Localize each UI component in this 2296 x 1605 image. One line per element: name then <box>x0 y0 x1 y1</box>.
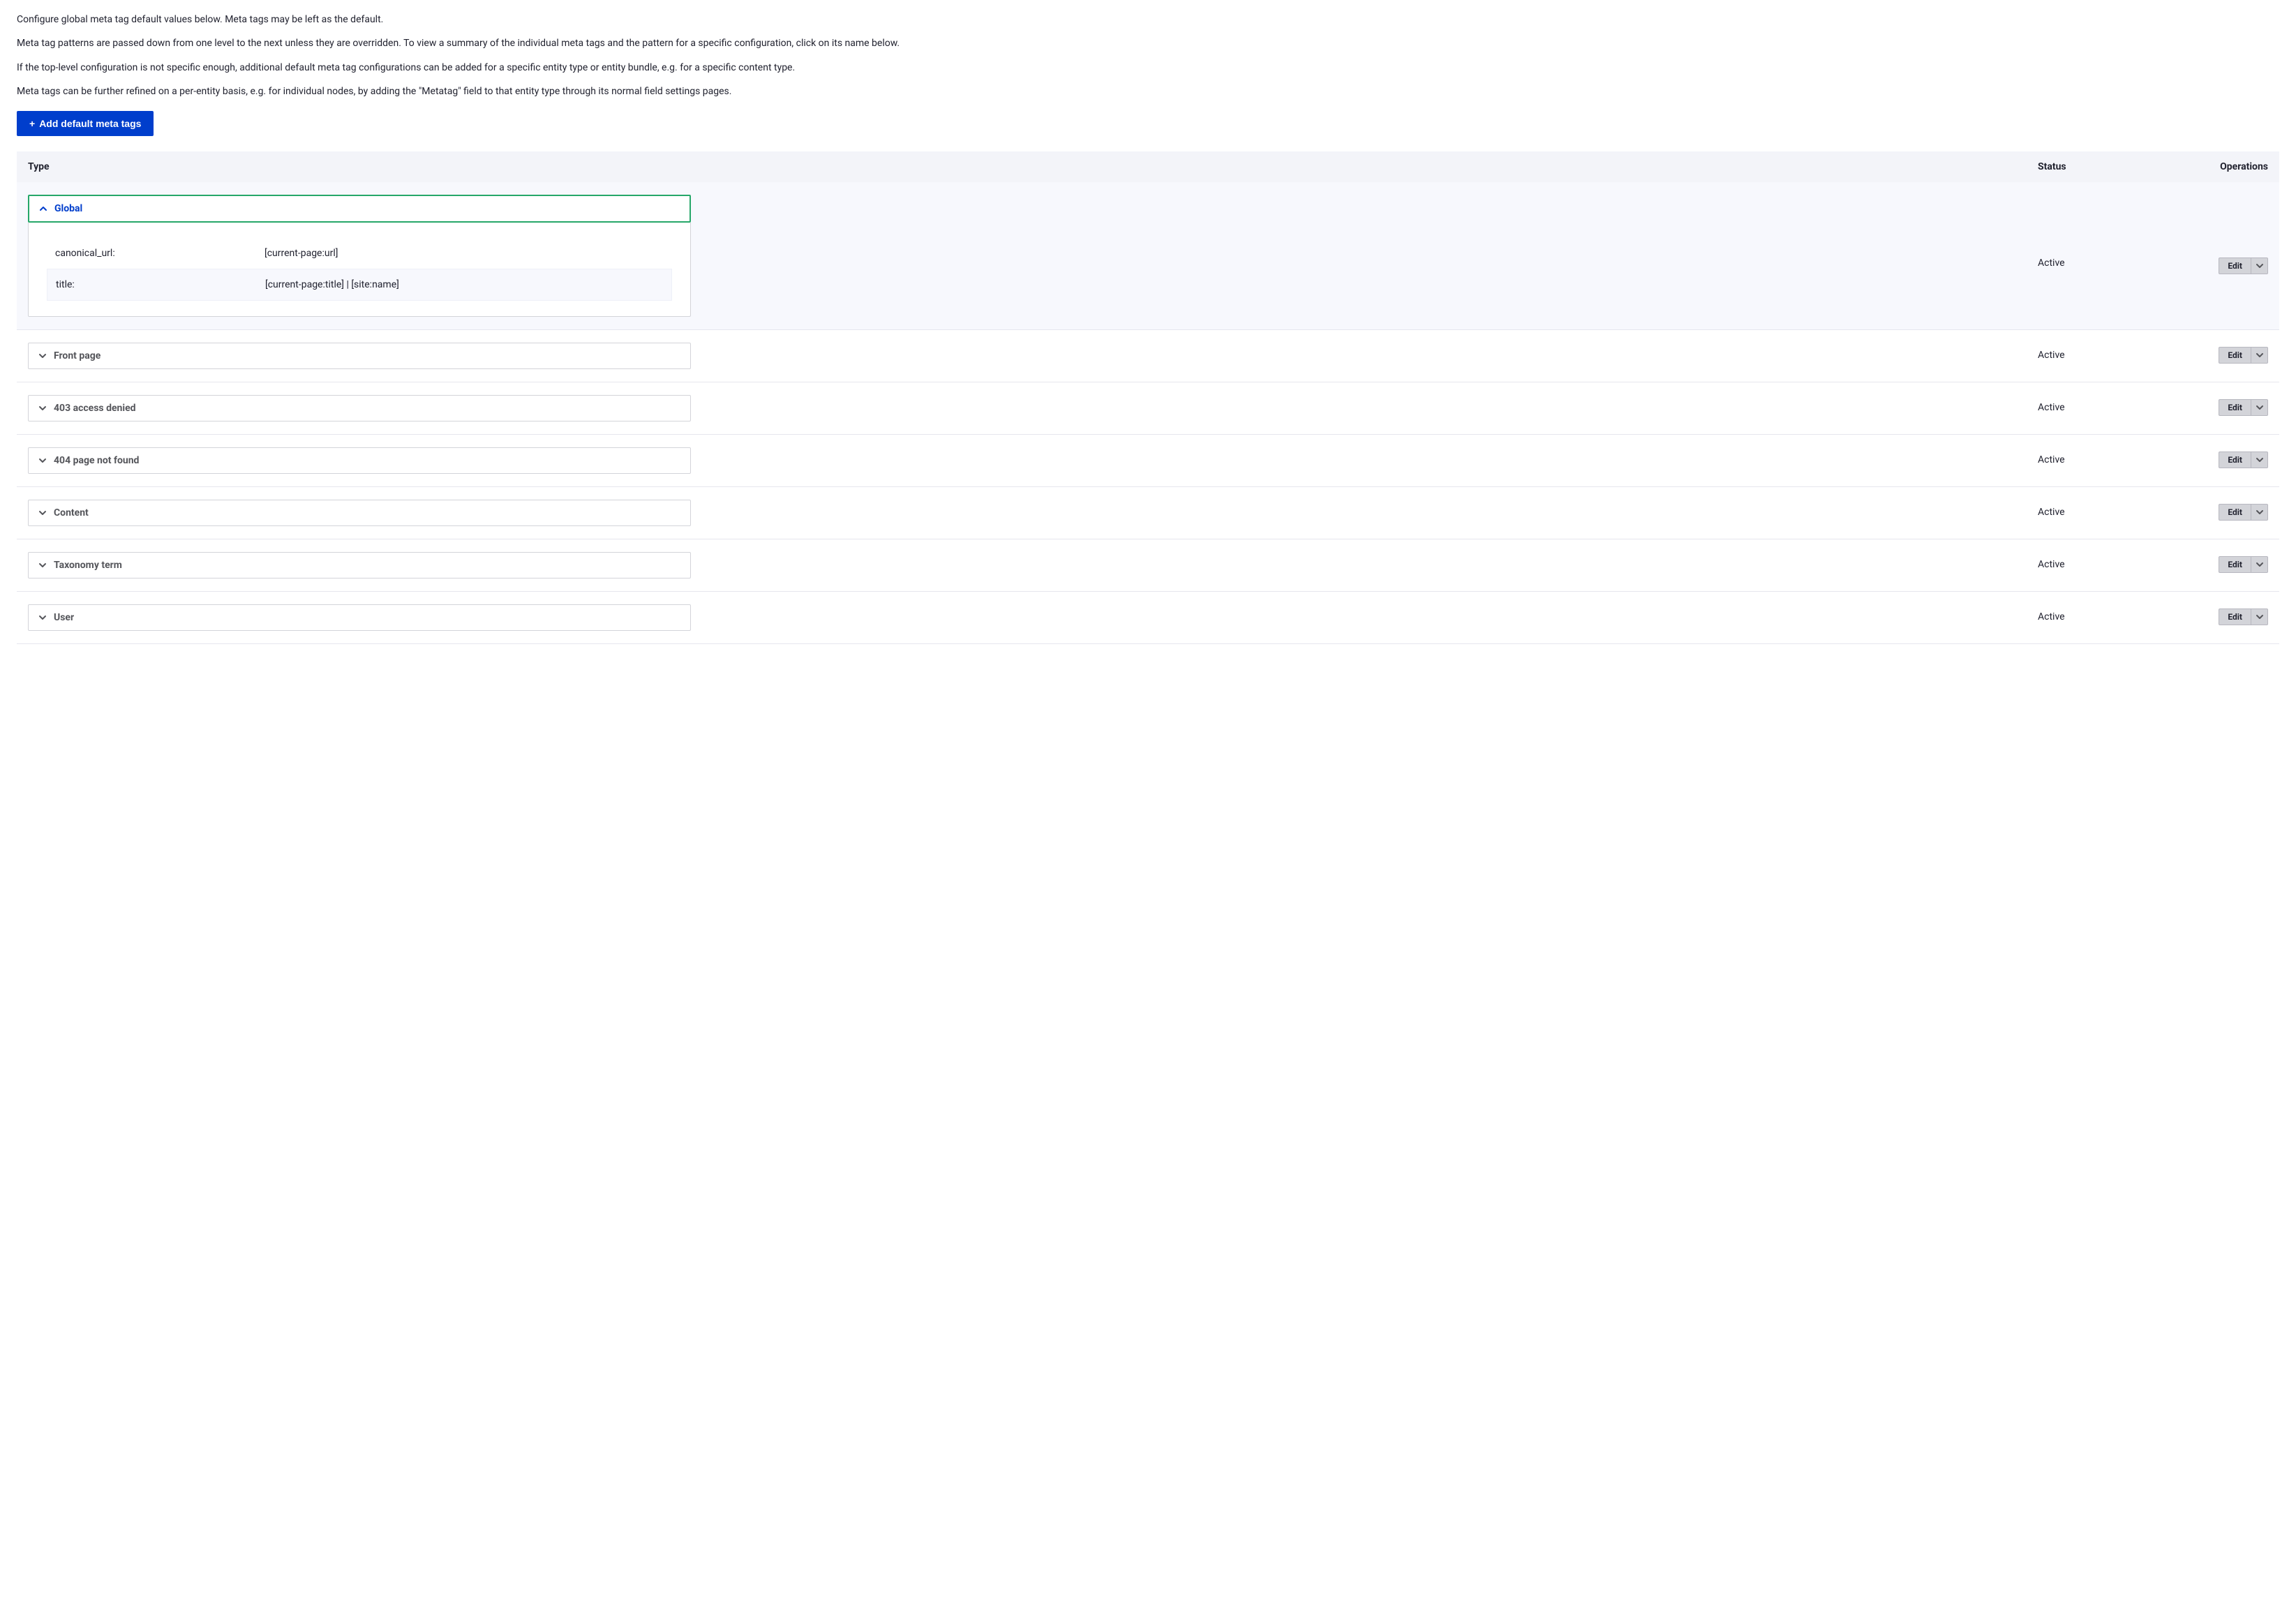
chevron-down-icon <box>2251 348 2267 363</box>
operations-cell: Edit <box>2191 500 2268 521</box>
intro-p3: If the top-level configuration is not sp… <box>17 61 2279 75</box>
type-cell: Content <box>28 500 2038 526</box>
status-cell: Active <box>2038 552 2191 570</box>
meta-value: [current-page:url] <box>264 248 664 259</box>
table-row: Taxonomy term Active Edit <box>17 539 2279 592</box>
row-label: User <box>54 612 74 623</box>
status-cell: Active <box>2038 447 2191 465</box>
details-panel: canonical_url:[current-page:url]title:[c… <box>28 223 691 317</box>
type-cell: Globalcanonical_url:[current-page:url]ti… <box>28 195 2038 317</box>
meta-row: canonical_url:[current-page:url] <box>47 238 672 269</box>
table-row: Content Active Edit <box>17 487 2279 539</box>
operations-cell: Edit <box>2191 604 2268 625</box>
status-cell: Active <box>2038 395 2191 413</box>
expander-toggle[interactable]: Content <box>28 500 691 526</box>
status-cell: Active <box>2038 604 2191 622</box>
intro-text: Configure global meta tag default values… <box>17 13 2279 98</box>
edit-dropdown-button[interactable]: Edit <box>2219 504 2268 521</box>
edit-dropdown-button[interactable]: Edit <box>2219 451 2268 468</box>
row-label: Taxonomy term <box>54 560 122 571</box>
plus-icon: + <box>29 118 35 129</box>
status-cell: Active <box>2038 343 2191 361</box>
chevron-down-icon <box>2251 609 2267 625</box>
chevron-down-icon <box>38 352 47 360</box>
chevron-down-icon <box>38 509 47 517</box>
row-label: Content <box>54 507 89 518</box>
edit-label: Edit <box>2219 557 2251 572</box>
expander-toggle[interactable]: Taxonomy term <box>28 552 691 578</box>
type-cell: User <box>28 604 2038 631</box>
operations-cell: Edit <box>2191 552 2268 573</box>
table-row: 403 access denied Active Edit <box>17 382 2279 435</box>
meta-row: title:[current-page:title] | [site:name] <box>47 269 672 301</box>
meta-key: title: <box>56 279 265 290</box>
add-button-label: Add default meta tags <box>39 118 141 129</box>
expander-toggle[interactable]: User <box>28 604 691 631</box>
chevron-down-icon <box>2251 505 2267 520</box>
expander-toggle[interactable]: Global <box>28 195 691 223</box>
status-cell: Active <box>2038 500 2191 518</box>
chevron-down-icon <box>38 456 47 465</box>
intro-p1: Configure global meta tag default values… <box>17 13 2279 27</box>
intro-p4: Meta tags can be further refined on a pe… <box>17 84 2279 98</box>
operations-cell: Edit <box>2191 447 2268 468</box>
edit-label: Edit <box>2219 348 2251 363</box>
edit-dropdown-button[interactable]: Edit <box>2219 609 2268 625</box>
meta-value: [current-page:title] | [site:name] <box>265 279 663 290</box>
edit-label: Edit <box>2219 505 2251 520</box>
intro-p2: Meta tag patterns are passed down from o… <box>17 36 2279 50</box>
operations-cell: Edit <box>2191 395 2268 416</box>
edit-dropdown-button[interactable]: Edit <box>2219 556 2268 573</box>
edit-dropdown-button[interactable]: Edit <box>2219 347 2268 364</box>
chevron-up-icon <box>39 204 47 213</box>
table-row: Front page Active Edit <box>17 330 2279 382</box>
edit-label: Edit <box>2219 400 2251 415</box>
edit-label: Edit <box>2219 452 2251 468</box>
expander-toggle[interactable]: 403 access denied <box>28 395 691 421</box>
row-label: 403 access denied <box>54 403 136 414</box>
edit-dropdown-button[interactable]: Edit <box>2219 257 2268 274</box>
type-cell: Front page <box>28 343 2038 369</box>
table-row: 404 page not found Active Edit <box>17 435 2279 487</box>
row-label: 404 page not found <box>54 455 139 466</box>
chevron-down-icon <box>2251 452 2267 468</box>
table-header: Type Status Operations <box>17 151 2279 182</box>
table-row: User Active Edit <box>17 592 2279 644</box>
meta-key: canonical_url: <box>55 248 264 259</box>
status-cell: Active <box>2038 195 2191 269</box>
table-row: Globalcanonical_url:[current-page:url]ti… <box>17 182 2279 330</box>
row-label: Global <box>54 203 82 214</box>
add-default-meta-tags-button[interactable]: + Add default meta tags <box>17 111 154 136</box>
row-label: Front page <box>54 350 100 361</box>
edit-dropdown-button[interactable]: Edit <box>2219 399 2268 416</box>
operations-cell: Edit <box>2191 343 2268 364</box>
edit-label: Edit <box>2219 609 2251 625</box>
col-header-status: Status <box>2038 161 2191 172</box>
chevron-down-icon <box>38 613 47 622</box>
type-cell: 404 page not found <box>28 447 2038 474</box>
chevron-down-icon <box>38 404 47 412</box>
expander-toggle[interactable]: 404 page not found <box>28 447 691 474</box>
chevron-down-icon <box>38 561 47 569</box>
type-cell: Taxonomy term <box>28 552 2038 578</box>
chevron-down-icon <box>2251 557 2267 572</box>
chevron-down-icon <box>2251 258 2267 274</box>
col-header-operations: Operations <box>2191 161 2268 172</box>
operations-cell: Edit <box>2191 195 2268 274</box>
col-header-type: Type <box>28 161 2038 172</box>
meta-tags-table: Type Status Operations Global canonical_u… <box>17 151 2279 644</box>
chevron-down-icon <box>2251 400 2267 415</box>
type-cell: 403 access denied <box>28 395 2038 421</box>
edit-label: Edit <box>2219 258 2251 274</box>
expander-toggle[interactable]: Front page <box>28 343 691 369</box>
